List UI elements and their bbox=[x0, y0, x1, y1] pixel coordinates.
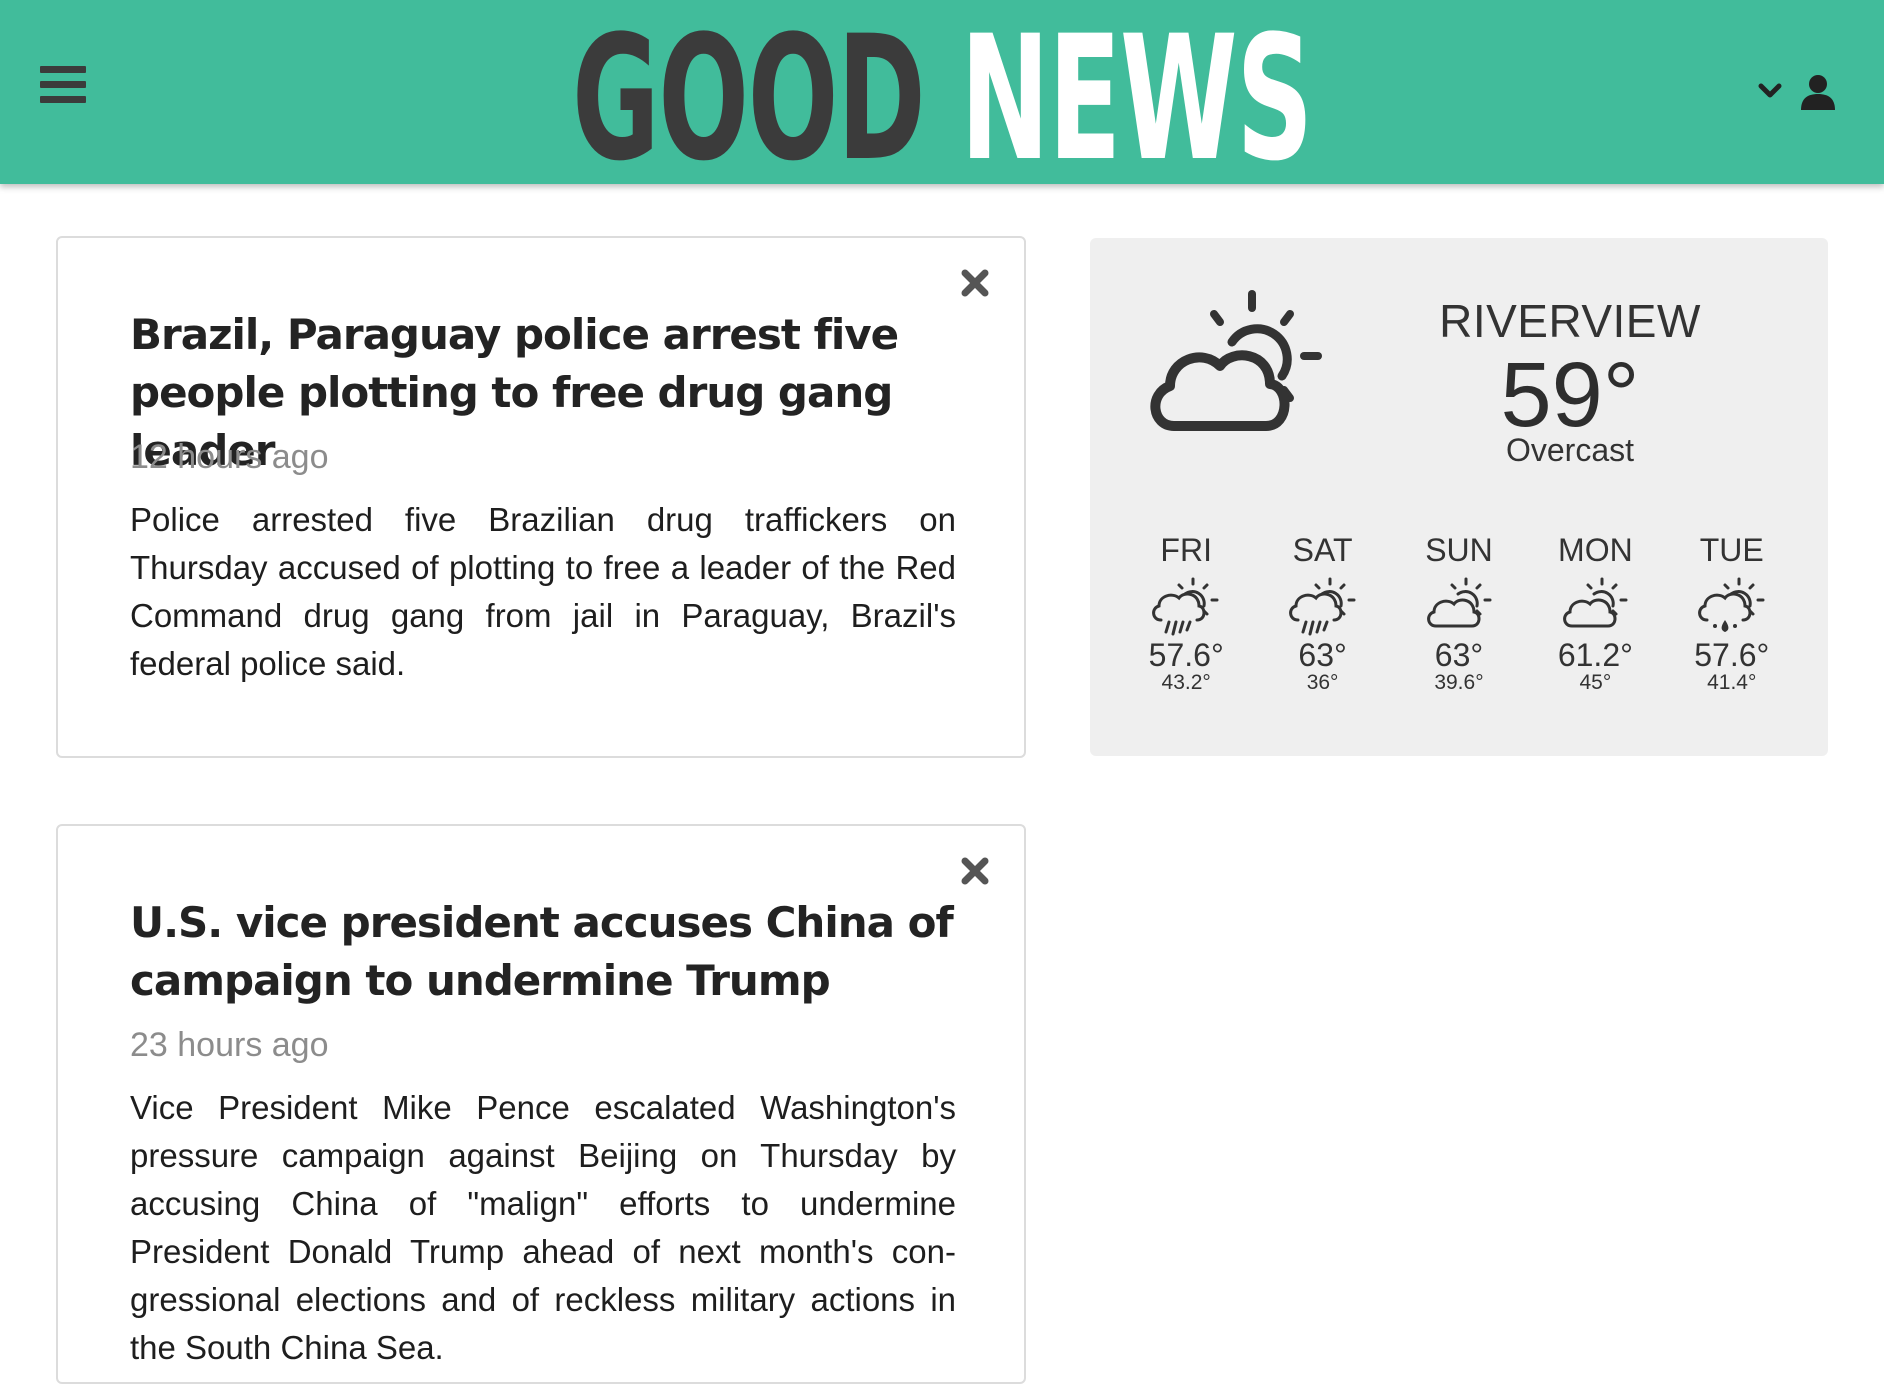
news-card[interactable]: U.S. vice president accuses China of cam… bbox=[56, 824, 1026, 1384]
drizzle-sun-icon bbox=[1697, 577, 1765, 632]
forecast-high: 57.6° bbox=[1148, 637, 1224, 673]
partly-cloudy-icon bbox=[1427, 577, 1492, 628]
rain-sun-icon bbox=[1152, 577, 1219, 636]
news-card[interactable]: Brazil, Paraguay police arrest five peop… bbox=[56, 236, 1026, 758]
news-timestamp: 23 hours ago bbox=[130, 1026, 329, 1064]
forecast-low: 39.6° bbox=[1434, 671, 1484, 694]
news-summary: Vice President Mike Pence escalated Wash… bbox=[130, 1089, 956, 1366]
weather-condition: Overcast bbox=[1505, 432, 1635, 468]
partly-cloudy-icon bbox=[1563, 577, 1628, 628]
logo-word-good: GOOD bbox=[572, 0, 926, 199]
top-bar: GOOD NEWS bbox=[0, 0, 1884, 185]
news-headline[interactable]: U.S. vice president accuses China of cam… bbox=[130, 894, 960, 1010]
forecast-low: 41.4° bbox=[1707, 671, 1757, 694]
weather-forecast: FRI 57.6° 43.2° SAT 63° 36° SUN 63° 39.6… bbox=[1118, 528, 1800, 728]
weather-widget: RIVERVIEW 59° Overcast FRI 57.6° 43.2° S… bbox=[1090, 238, 1828, 756]
forecast-day: TUE 57.6° 41.4° bbox=[1664, 528, 1800, 728]
forecast-high: 63° bbox=[1298, 637, 1347, 673]
user-icon[interactable] bbox=[1798, 72, 1838, 112]
site-logo[interactable]: GOOD NEWS bbox=[358, 13, 1526, 185]
forecast-day: SAT 63° 36° bbox=[1254, 528, 1390, 728]
forecast-day-name: SUN bbox=[1425, 532, 1493, 568]
news-timestamp: 12 hours ago bbox=[130, 438, 329, 476]
forecast-day-name: TUE bbox=[1699, 532, 1764, 568]
forecast-day-name: MON bbox=[1558, 532, 1633, 568]
close-icon[interactable] bbox=[958, 854, 992, 888]
forecast-low: 43.2° bbox=[1161, 671, 1211, 694]
partly-cloudy-icon bbox=[1150, 290, 1322, 431]
forecast-low: 36° bbox=[1306, 671, 1339, 694]
forecast-low: 45° bbox=[1579, 671, 1612, 694]
hamburger-icon[interactable] bbox=[40, 66, 90, 114]
forecast-day-name: FRI bbox=[1160, 532, 1212, 568]
news-summary: Police arrested five Brazilian drug traf… bbox=[130, 501, 956, 682]
forecast-high: 63° bbox=[1434, 637, 1484, 673]
logo-word-news: NEWS bbox=[960, 0, 1313, 199]
forecast-high: 57.6° bbox=[1694, 637, 1770, 673]
forecast-day: MON 61.2° 45° bbox=[1527, 528, 1663, 728]
forecast-high: 61.2° bbox=[1557, 637, 1633, 673]
close-icon[interactable] bbox=[958, 266, 992, 300]
forecast-day-name: SAT bbox=[1292, 532, 1353, 568]
forecast-day: SUN 63° 39.6° bbox=[1391, 528, 1527, 728]
forecast-day: FRI 57.6° 43.2° bbox=[1118, 528, 1254, 728]
rain-sun-icon bbox=[1288, 577, 1356, 636]
chevron-down-icon[interactable] bbox=[1756, 78, 1784, 102]
